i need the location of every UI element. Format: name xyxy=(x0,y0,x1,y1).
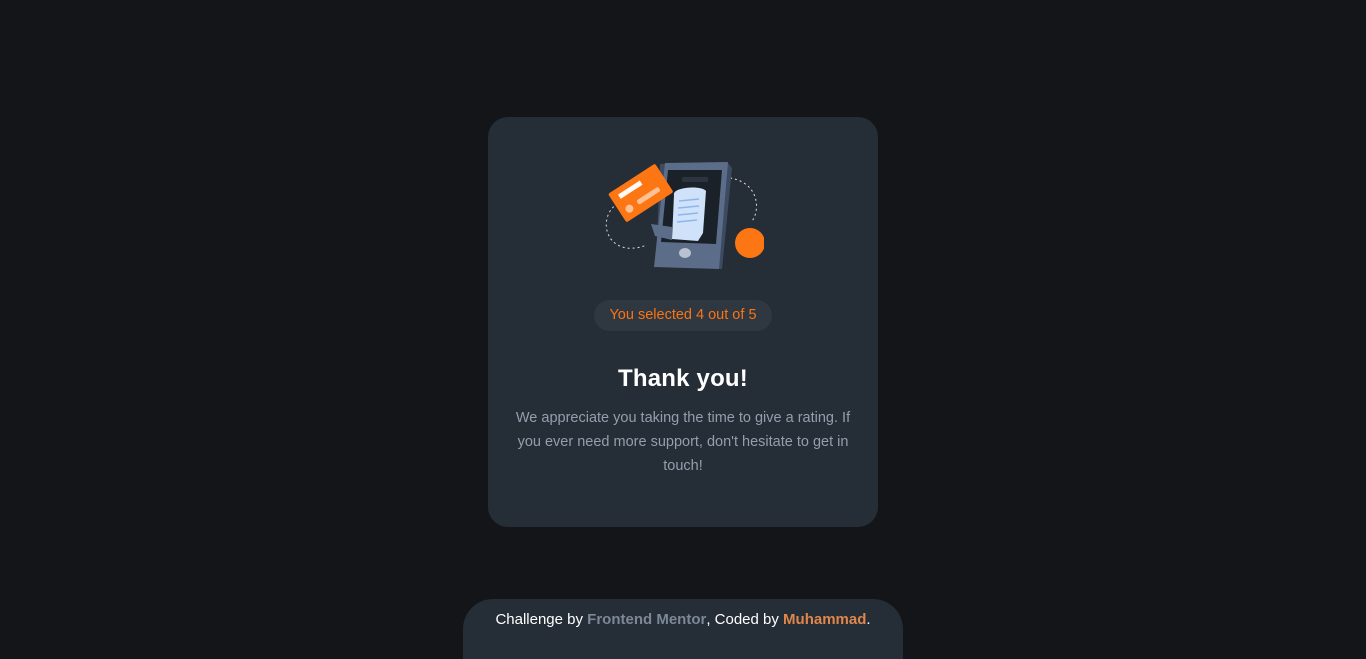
badge-prefix-text: You selected xyxy=(609,307,697,323)
author-link[interactable]: Muhammad xyxy=(783,611,866,628)
attribution-suffix: . xyxy=(866,611,871,628)
thank-you-title: Thank you! xyxy=(617,365,748,392)
payment-illustration-icon xyxy=(605,162,764,269)
thank-you-card: You selected 4 out of 5 Thank you! We ap… xyxy=(488,117,878,527)
attribution-prefix: Challenge by xyxy=(495,611,588,628)
thank-you-message: We appreciate you taking the time to giv… xyxy=(515,410,851,474)
badge-middle-text: out of xyxy=(704,307,749,323)
max-rating-value: 5 xyxy=(748,307,757,323)
rating-selection-badge: You selected 4 out of 5 xyxy=(594,300,772,331)
attribution-middle: , Coded by xyxy=(706,611,784,628)
attribution-footer: Challenge by Frontend Mentor, Coded by M… xyxy=(463,599,903,659)
frontend-mentor-link[interactable]: Frontend Mentor xyxy=(587,611,706,628)
selected-rating-value: 4 xyxy=(696,307,705,323)
